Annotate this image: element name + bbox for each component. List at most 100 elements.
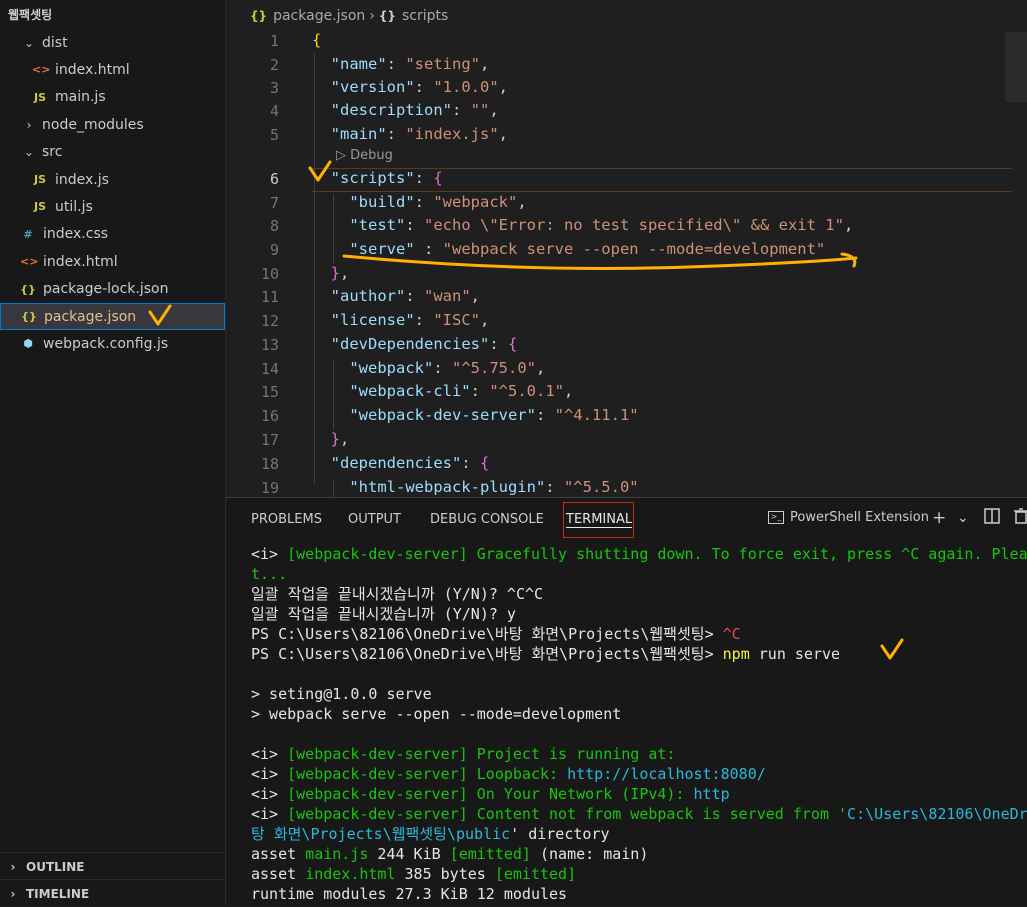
line-number: 15 [260, 383, 279, 401]
minimap[interactable] [1005, 32, 1027, 102]
code-line-14: "webpack": "^5.75.0", [349, 359, 546, 377]
terminal-profile[interactable]: >_ PowerShell Extension [768, 510, 929, 525]
explorer-item-label: package-lock.json [43, 281, 169, 298]
terminal-line: 탕 화면\Projects\웹팩셋팅\public' directory [251, 824, 1027, 844]
terminal-text: PS C:\Users\82106\OneDrive\바탕 화면\Project… [251, 625, 723, 643]
explorer-item[interactable]: <> index.html [0, 248, 245, 275]
terminal-text: [emitted] [449, 845, 531, 863]
split-icon [984, 508, 1000, 524]
webpack-icon: ⬢ [23, 337, 33, 351]
line-number: 18 [260, 455, 279, 473]
code-line-13: "devDependencies": { [330, 335, 518, 353]
explorer-item[interactable]: {} package.json [0, 303, 225, 330]
code-line-15: "webpack-cli": "^5.0.1", [349, 382, 574, 400]
explorer-item[interactable]: ⬢ webpack.config.js [0, 330, 245, 357]
redacted-address [731, 786, 951, 804]
terminal-text: <i> [251, 785, 288, 803]
new-terminal-icon[interactable]: + [932, 508, 946, 528]
tab-terminal[interactable]: TERMINAL [566, 512, 633, 528]
chevron-right-icon: › [10, 886, 16, 901]
terminal-line: <i> [webpack-dev-server] Content not fro… [251, 804, 1027, 824]
chevron-down-icon: ⌄ [23, 35, 35, 50]
code-line-2: "name": "seting", [330, 55, 490, 73]
checkmark-annotation [880, 638, 904, 660]
terminal-text: <i> [251, 765, 288, 783]
terminal-text: runtime modules 27.3 KiB 12 modules [251, 885, 568, 903]
terminal-line: <i> [webpack-dev-server] Project is runn… [251, 744, 1027, 764]
terminal-line: runtime modules 27.3 KiB 12 modules [251, 884, 1027, 904]
explorer-item[interactable]: ⌄ src [0, 139, 247, 166]
line-number: 6 [269, 170, 279, 188]
chevron-down-icon[interactable]: ⌄ [957, 510, 969, 526]
checkmark-annotation [308, 160, 332, 182]
terminal-text: <i> [251, 545, 288, 563]
code-line-18: "dependencies": { [330, 454, 490, 472]
code-line-5: "main": "index.js", [330, 125, 509, 143]
line-number: 19 [260, 479, 279, 497]
explorer-item[interactable]: JS util.js [0, 193, 257, 220]
terminal-line: asset main.js 244 KiB [emitted] (name: m… [251, 844, 1027, 864]
chevron-down-icon: ⌄ [23, 145, 35, 160]
terminal-text: 일괄 작업을 끝내시겠습니까 (Y/N)? ^C^C [251, 585, 544, 603]
terminal-text: [webpack-dev-server] Gracefully shutting… [287, 545, 1027, 563]
line-number: 2 [269, 56, 279, 74]
json-file-icon: {} [20, 282, 36, 296]
line-number: 16 [260, 407, 279, 425]
code-line-17: }, [330, 430, 350, 448]
explorer-item-label: index.html [55, 61, 130, 78]
code-line-12: "license": "ISC", [330, 311, 490, 329]
explorer-item[interactable]: JS main.js [0, 84, 257, 111]
trash-icon[interactable] [1014, 508, 1027, 529]
line-number: 12 [260, 312, 279, 330]
tab-output[interactable]: OUTPUT [348, 512, 401, 527]
timeline-label: TIMELINE [26, 886, 90, 901]
terminal-text: index.html [305, 865, 396, 883]
explorer-item-label: index.html [43, 253, 118, 270]
breadcrumb-symbol[interactable]: scripts [402, 8, 448, 24]
outline-section[interactable]: › OUTLINE [0, 852, 225, 880]
json-file-icon: {} [250, 9, 268, 23]
terminal-output[interactable]: <i> [webpack-dev-server] Gracefully shut… [251, 544, 1027, 904]
explorer-item[interactable]: # index.css [0, 221, 245, 248]
terminal-text: directory [528, 825, 610, 843]
json-file-icon: {} [21, 310, 37, 323]
code-line-1: { [312, 31, 322, 49]
js-file-icon: JS [33, 173, 46, 186]
terminal-text: [webpack-dev-server] Project is running … [287, 745, 676, 763]
tab-debug-console[interactable]: DEBUG CONSOLE [430, 512, 544, 527]
explorer-item-label: index.js [55, 171, 109, 188]
explorer-item[interactable]: <> index.html [0, 56, 257, 83]
tab-problems[interactable]: PROBLEMS [251, 512, 322, 527]
terminal-line: <i> [webpack-dev-server] Gracefully shut… [251, 544, 1027, 564]
terminal-line: > webpack serve --open --mode=developmen… [251, 704, 1027, 724]
explorer-item-label: node_modules [42, 116, 144, 133]
timeline-section[interactable]: › TIMELINE [0, 879, 225, 907]
terminal-text: 244 KiB [368, 845, 450, 863]
code-editor[interactable]: {} package.json › {} scripts 1 2 3 4 5 6 7 8 9 10… [226, 0, 1027, 497]
terminal-text: > webpack serve --open --mode=developmen… [251, 705, 622, 723]
breadcrumb-file[interactable]: package.json [273, 8, 365, 24]
line-number: 13 [260, 336, 279, 354]
terminal-line: PS C:\Users\82106\OneDrive\바탕 화면\Project… [251, 644, 1027, 664]
object-symbol-icon: {} [378, 9, 396, 23]
explorer-sidebar: 웹팩셋팅 ⌄ dist <> index.html JS main.js › node_mod… [0, 0, 226, 906]
code-line-11: "author": "wan", [330, 287, 481, 305]
terminal-text: > seting@1.0.0 serve [251, 685, 432, 703]
html-file-icon: <> [20, 255, 39, 269]
explorer-item[interactable]: › node_modules [0, 111, 247, 138]
chevron-right-icon: › [26, 117, 32, 132]
terminal-text: asset [251, 865, 306, 883]
line-number: 9 [269, 241, 279, 259]
terminal-text: PS C:\Users\82106\OneDrive\바탕 화면\Project… [251, 645, 723, 663]
explorer-item[interactable]: JS index.js [0, 166, 257, 193]
explorer-item[interactable]: ⌄ dist [0, 29, 247, 56]
terminal-text: [webpack-dev-server] On Your Network (IP… [287, 785, 694, 803]
explorer-item[interactable]: {} package-lock.json [0, 276, 245, 303]
debug-codelens[interactable]: ▷ Debug [336, 148, 393, 163]
explorer-root-title[interactable]: 웹팩셋팅 [8, 6, 52, 23]
chevron-right-icon: › [369, 8, 375, 24]
split-terminal-icon[interactable] [984, 508, 1000, 529]
line-number: 4 [269, 102, 279, 120]
terminal-line: asset index.html 385 bytes [emitted] [251, 864, 1027, 884]
